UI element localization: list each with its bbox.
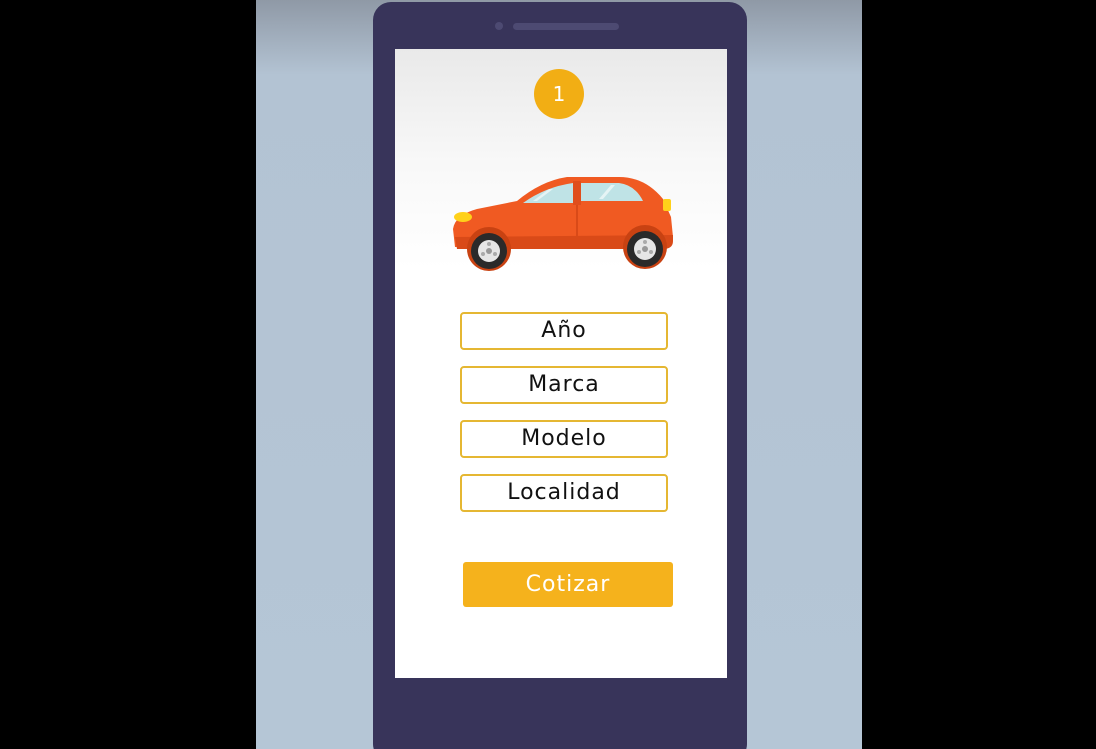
- step-badge: 1: [534, 69, 584, 119]
- car-icon: [453, 177, 673, 271]
- phone-screen: 1 Año Marca Modelo Localidad Cotizar: [395, 49, 727, 678]
- phone-camera: [495, 22, 503, 30]
- year-field[interactable]: Año: [460, 312, 668, 350]
- brand-field[interactable]: Marca: [460, 366, 668, 404]
- video-stage: 1 Año Marca Modelo Localidad Cotizar: [256, 0, 862, 749]
- phone-mockup: 1 Año Marca Modelo Localidad Cotizar: [373, 2, 747, 749]
- quote-button[interactable]: Cotizar: [463, 562, 673, 607]
- model-field[interactable]: Modelo: [460, 420, 668, 458]
- location-field[interactable]: Localidad: [460, 474, 668, 512]
- phone-speaker: [513, 23, 619, 30]
